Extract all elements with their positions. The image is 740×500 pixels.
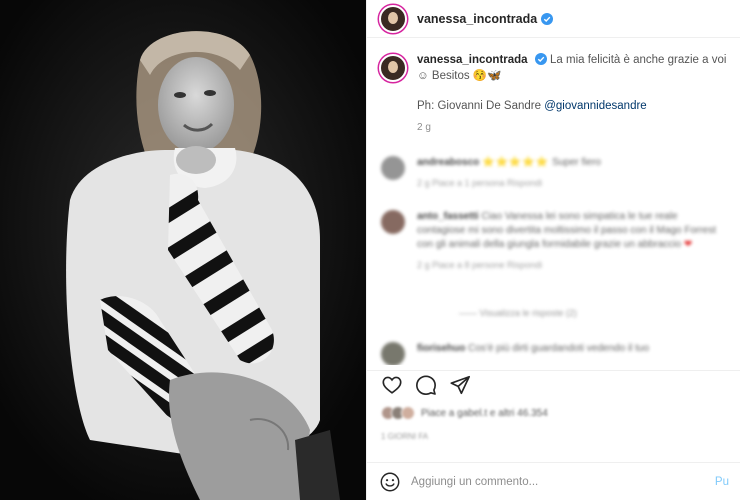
- post-date: 1 GIORNI FA: [381, 432, 429, 441]
- post-photo[interactable]: [0, 0, 366, 500]
- paper-plane-icon[interactable]: [449, 374, 471, 396]
- publish-button[interactable]: Pu: [715, 476, 729, 488]
- commenter-avatar[interactable]: [381, 342, 405, 365]
- heart-icon[interactable]: [381, 374, 403, 396]
- comment-text: ⭐⭐⭐⭐⭐: [482, 157, 550, 168]
- commenter-avatar[interactable]: [381, 210, 405, 234]
- likes-count-text: Piace a gabel.t e altri 46.354: [421, 407, 548, 419]
- comment-meta: 2 g Piace a 1 persona Rispondi: [417, 178, 543, 188]
- post-caption: vanessa_incontrada La mia felicità è anc…: [367, 38, 740, 136]
- commenter-username[interactable]: andreabosco: [417, 157, 479, 168]
- caption-username[interactable]: vanessa_incontrada: [417, 54, 528, 66]
- add-comment-bar: Pu: [367, 462, 740, 500]
- author-username[interactable]: vanessa_incontrada: [417, 12, 537, 26]
- caption-body: vanessa_incontrada La mia felicità è anc…: [417, 52, 728, 136]
- caption-credit: Ph: Giovanni De Sandre @giovannidesandre: [417, 98, 728, 114]
- caption-timestamp: 2 g: [417, 122, 431, 133]
- author-avatar[interactable]: [379, 4, 407, 33]
- comment-text-suffix: Super fiero: [549, 157, 601, 168]
- post-header: vanessa_incontrada: [367, 0, 740, 38]
- photographer-mention-link[interactable]: @giovannidesandre: [544, 100, 646, 112]
- comment-text: Cos'è più dirti guardandoti vedendo il t…: [468, 343, 650, 354]
- commenter-avatar[interactable]: [381, 156, 405, 180]
- verified-badge-icon: [534, 53, 547, 65]
- verified-badge-icon: [541, 12, 554, 25]
- comments-list: andreabosco ⭐⭐⭐⭐⭐ Super fiero 2 g Piace …: [367, 150, 740, 365]
- post-actions-bar: [367, 370, 740, 398]
- commenter-username[interactable]: anto_fassetti: [417, 211, 479, 222]
- commenter-username[interactable]: fiorisehuo: [417, 343, 465, 354]
- caption-credit-prefix: Ph: Giovanni De Sandre: [417, 100, 545, 112]
- comment-text-suffix: ❤: [681, 239, 693, 250]
- comment-bubble-icon[interactable]: [415, 374, 437, 396]
- smiley-icon[interactable]: [379, 471, 401, 493]
- comment-input[interactable]: [411, 475, 715, 488]
- comment-item: andreabosco ⭐⭐⭐⭐⭐ Super fiero 2 g Piace …: [381, 156, 727, 190]
- comment-item: anto_fassetti Ciao Vanessa lei sono simp…: [381, 210, 727, 272]
- likers-avatars: [381, 406, 415, 420]
- likes-summary[interactable]: Piace a gabel.t e altri 46.354: [381, 406, 548, 420]
- view-replies-link[interactable]: —— Visualizza le risposte (2): [459, 308, 577, 318]
- comment-item: fiorisehuo Cos'è più dirti guardandoti v…: [381, 342, 727, 365]
- comment-meta: 2 g Piace a 8 persone Rispondi: [417, 260, 543, 270]
- post-photo-image: [0, 0, 366, 500]
- caption-avatar[interactable]: [379, 54, 407, 82]
- post-side-panel: vanessa_incontrada vanessa_incontrada La…: [366, 0, 740, 500]
